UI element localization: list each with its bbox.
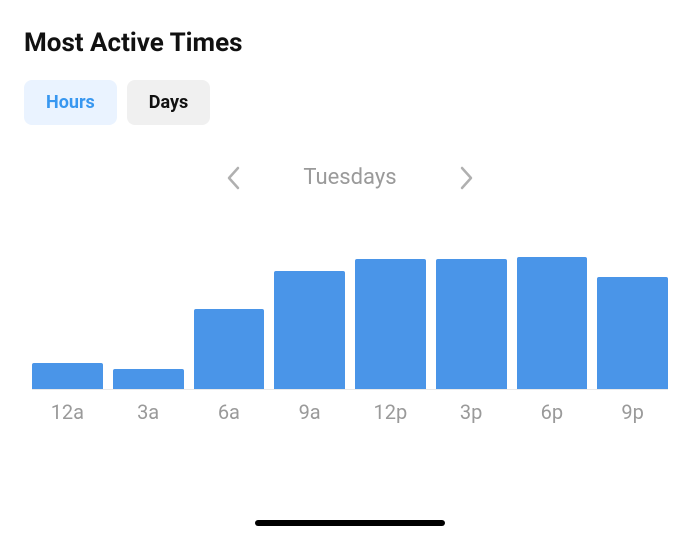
bar[interactable] [274, 271, 345, 389]
bar[interactable] [436, 259, 507, 389]
x-axis-label: 9a [274, 400, 345, 424]
bar[interactable] [355, 259, 426, 389]
bar[interactable] [113, 369, 184, 389]
bars-row [32, 240, 668, 390]
x-axis-label: 3p [436, 400, 507, 424]
x-axis-label: 12a [32, 400, 103, 424]
day-navigator: Tuesdays [24, 165, 676, 190]
tabs: Hours Days [24, 80, 676, 125]
x-axis-labels: 12a 3a 6a 9a 12p 3p 6p 9p [32, 400, 668, 424]
chevron-left-icon[interactable] [226, 166, 240, 190]
x-axis-label: 9p [597, 400, 668, 424]
insights-panel: Most Active Times Hours Days Tuesdays 12… [0, 0, 700, 424]
activity-chart: 12a 3a 6a 9a 12p 3p 6p 9p [24, 240, 676, 424]
x-axis-label: 12p [355, 400, 426, 424]
page-title: Most Active Times [24, 28, 676, 58]
x-axis-label: 6p [517, 400, 588, 424]
bar[interactable] [194, 309, 265, 389]
selected-day-label: Tuesdays [290, 165, 410, 190]
x-axis-label: 3a [113, 400, 184, 424]
bar[interactable] [597, 277, 668, 389]
bar[interactable] [32, 363, 103, 389]
x-axis-label: 6a [194, 400, 265, 424]
home-indicator [255, 520, 445, 526]
chevron-right-icon[interactable] [460, 166, 474, 190]
tab-days[interactable]: Days [127, 80, 211, 125]
bar[interactable] [517, 257, 588, 389]
tab-hours[interactable]: Hours [24, 80, 117, 125]
